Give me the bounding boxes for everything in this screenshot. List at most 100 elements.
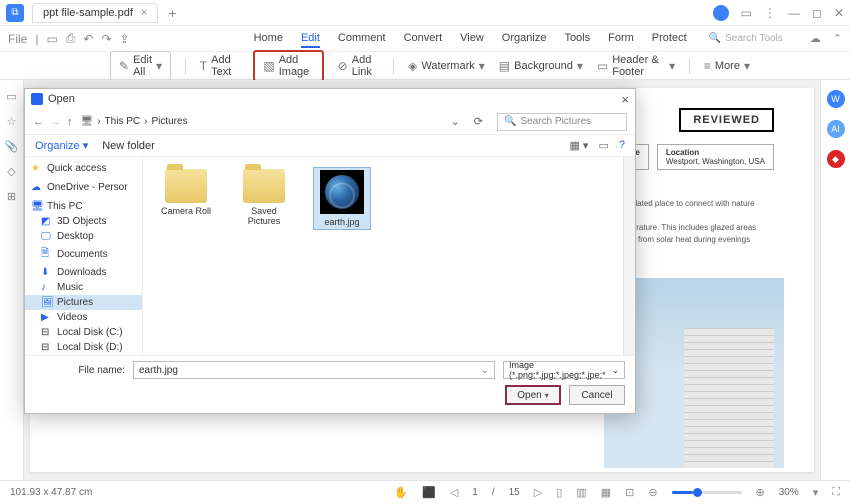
two-page-icon[interactable]: ▦	[601, 486, 611, 499]
add-image-button[interactable]: ▧Add Image	[253, 50, 323, 82]
folder-tree[interactable]: ★Quick access ☁OneDrive - Persor 🖥This P…	[25, 157, 143, 355]
main-menu: Home Edit Comment Convert View Organize …	[254, 30, 687, 48]
prev-page-icon[interactable]: ◁	[450, 486, 458, 499]
more-icon: ≡	[704, 59, 711, 73]
file-menu[interactable]: File	[8, 32, 27, 46]
app-icon: ⧉	[6, 4, 24, 22]
menu-organize[interactable]: Organize	[502, 30, 547, 48]
document-tab[interactable]: ppt file-sample.pdf ×	[32, 3, 158, 23]
zoom-in-icon[interactable]: ⊕	[756, 486, 765, 499]
back-icon[interactable]: ←	[33, 116, 44, 128]
page-current[interactable]: 1	[472, 487, 478, 498]
menu-convert[interactable]: Convert	[404, 30, 443, 48]
cloud-icon[interactable]: ☁	[810, 32, 821, 45]
next-page-icon[interactable]: ▷	[534, 486, 542, 499]
background-button[interactable]: ▤Background▾	[499, 59, 583, 73]
image-icon: ▧	[263, 59, 274, 73]
chevron-down-icon[interactable]: ▾	[813, 486, 819, 499]
separator: |	[35, 32, 38, 46]
zoom-slider[interactable]	[672, 491, 742, 494]
close-icon[interactable]: ✕	[834, 6, 844, 20]
fullscreen-icon[interactable]: ⛶	[832, 486, 840, 499]
up-icon[interactable]: ↑	[67, 116, 73, 128]
filename-label: File name:	[35, 365, 125, 376]
chevron-down-icon: ▾	[479, 59, 485, 73]
app-menu-icon[interactable]: ▭	[741, 6, 752, 20]
right-sidebar: W AI ◆	[820, 80, 850, 480]
dialog-close-icon[interactable]: ×	[621, 92, 629, 107]
share-icon[interactable]: ⇪	[120, 32, 130, 46]
link-icon: ⊘	[338, 59, 348, 73]
maximize-icon[interactable]: ◻	[812, 6, 822, 20]
add-link-button[interactable]: ⊘Add Link	[338, 54, 380, 78]
menu-protect[interactable]: Protect	[652, 30, 687, 48]
redo-icon[interactable]: ↷	[101, 32, 111, 46]
zoom-level[interactable]: 30%	[779, 487, 799, 498]
folder-icon	[165, 169, 207, 203]
help-icon[interactable]: ?	[619, 139, 625, 152]
organize-menu[interactable]: Organize ▾	[35, 139, 88, 152]
close-tab-icon[interactable]: ×	[141, 7, 147, 19]
forward-icon[interactable]: →	[50, 116, 61, 128]
pdf-icon[interactable]: ◆	[827, 150, 845, 168]
new-folder-button[interactable]: New folder	[102, 140, 155, 152]
ai-icon[interactable]: AI	[827, 120, 845, 138]
menu-comment[interactable]: Comment	[338, 30, 386, 48]
user-avatar[interactable]	[713, 5, 729, 21]
print-icon[interactable]: ⎙	[66, 31, 76, 46]
layers-icon[interactable]: ⊞	[7, 190, 16, 203]
edit-all-button[interactable]: ✎Edit All▾	[110, 51, 171, 81]
kebab-icon[interactable]: ⋮	[764, 6, 776, 20]
filetype-select[interactable]: Image (*.png;*.jpg;*.jpeg;*.jpe;*⌄	[503, 361, 625, 379]
add-text-button[interactable]: TAdd Text	[200, 54, 240, 78]
search-tools[interactable]: 🔍 Search Tools	[709, 33, 783, 44]
search-panel-icon[interactable]: ◇	[7, 165, 15, 178]
thumbnails-icon[interactable]: ▭	[6, 90, 16, 103]
text-icon: T	[200, 59, 207, 73]
breadcrumb-dropdown-icon[interactable]: ⌄	[451, 115, 460, 128]
zoom-out-icon[interactable]: ⊖	[648, 486, 657, 499]
background-icon: ▤	[499, 59, 510, 73]
save-icon[interactable]: ▭	[46, 32, 57, 46]
tree-item-pictures: 🖼Pictures	[25, 295, 142, 310]
bookmarks-icon[interactable]: ☆	[7, 115, 17, 128]
new-tab-button[interactable]: +	[168, 5, 176, 21]
attachments-icon[interactable]: 📎	[5, 140, 19, 153]
collapse-icon[interactable]: ⌃	[833, 32, 842, 45]
open-button[interactable]: Open▾	[505, 385, 561, 405]
dialog-search[interactable]: 🔍 Search Pictures	[497, 113, 627, 131]
single-page-icon[interactable]: ▯	[556, 486, 562, 499]
header-footer-button[interactable]: ▭Header & Footer▾	[597, 54, 675, 78]
header-icon: ▭	[597, 59, 608, 73]
view-mode-icon[interactable]: ▦ ▾	[569, 139, 588, 152]
filename-input[interactable]: earth.jpg⌄	[133, 361, 495, 379]
menu-view[interactable]: View	[460, 30, 484, 48]
fit-width-icon[interactable]: ⊡	[625, 486, 634, 499]
dialog-icon	[31, 93, 43, 105]
scrollbar[interactable]	[623, 157, 635, 355]
separator	[689, 58, 690, 74]
file-list[interactable]: Camera Roll Saved Pictures earth.jpg	[143, 157, 623, 355]
search-icon: 🔍	[709, 33, 721, 44]
menu-home[interactable]: Home	[254, 30, 283, 48]
reading-mode-icon[interactable]: ⬛	[422, 486, 436, 499]
more-button[interactable]: ≡More▾	[704, 59, 750, 73]
folder-camera-roll[interactable]: Camera Roll	[157, 167, 215, 218]
word-export-icon[interactable]: W	[827, 90, 845, 108]
preview-pane-icon[interactable]: ▭	[598, 139, 608, 152]
cancel-button[interactable]: Cancel	[569, 385, 625, 405]
left-sidebar: ▭ ☆ 📎 ◇ ⊞	[0, 80, 24, 480]
folder-saved-pictures[interactable]: Saved Pictures	[235, 167, 293, 228]
menu-edit[interactable]: Edit	[301, 30, 320, 48]
minimize-icon[interactable]: —	[788, 6, 800, 20]
refresh-icon[interactable]: ⟳	[474, 115, 483, 128]
chevron-down-icon: ▾	[577, 59, 583, 73]
file-earth-jpg[interactable]: earth.jpg	[313, 167, 371, 230]
undo-icon[interactable]: ↶	[83, 32, 93, 46]
menu-tools[interactable]: Tools	[564, 30, 590, 48]
breadcrumb[interactable]: 🖥 › This PC › Pictures	[81, 116, 443, 127]
hand-tool-icon[interactable]: ✋	[394, 486, 408, 499]
menu-form[interactable]: Form	[608, 30, 634, 48]
watermark-button[interactable]: ◈Watermark▾	[408, 59, 485, 73]
continuous-icon[interactable]: ▥	[576, 486, 586, 499]
